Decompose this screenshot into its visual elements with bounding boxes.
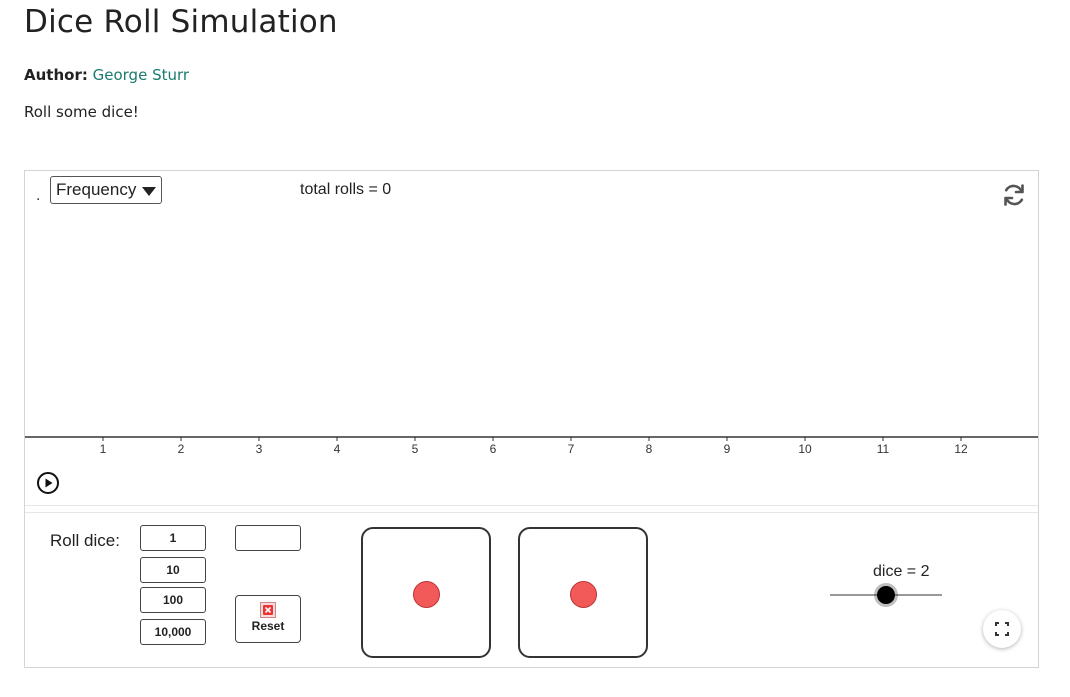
x-tick-label: 7 <box>567 442 575 456</box>
x-tick-label: 8 <box>645 442 653 456</box>
roll-dice-label: Roll dice: <box>50 531 120 550</box>
mode-dropdown-value: Frequency <box>56 180 137 199</box>
panel-separator <box>25 505 1038 513</box>
page-description: Roll some dice! <box>24 103 139 121</box>
chevron-down-icon <box>142 187 156 196</box>
reset-icon <box>260 602 276 618</box>
author-link[interactable]: George Sturr <box>93 66 189 84</box>
x-tick-label: 4 <box>333 442 341 456</box>
die-pip <box>413 581 440 608</box>
play-button[interactable] <box>36 471 60 495</box>
x-tick-label: 3 <box>255 442 263 456</box>
refresh-icon <box>1004 184 1024 206</box>
x-tick-label: 2 <box>177 442 185 456</box>
dice-slider-thumb[interactable] <box>877 586 895 604</box>
die-1 <box>361 527 491 658</box>
play-icon <box>37 472 59 494</box>
roll-100-button[interactable]: 100 <box>140 587 206 613</box>
dice-slider-label: dice = 2 <box>873 563 930 580</box>
mode-dropdown[interactable]: Frequency <box>50 176 162 204</box>
reset-label: Reset <box>251 619 285 633</box>
dot-mark: . <box>36 187 41 204</box>
roll-1-button[interactable]: 1 <box>140 525 206 551</box>
refresh-button[interactable] <box>1001 182 1027 208</box>
x-tick-label: 10 <box>798 442 812 456</box>
x-tick-label: 11 <box>876 442 890 456</box>
die-2 <box>518 527 648 658</box>
roll-10000-button[interactable]: 10,000 <box>140 619 206 645</box>
x-tick-label: 6 <box>489 442 497 456</box>
x-tick-label: 12 <box>954 442 968 456</box>
page-title: Dice Roll Simulation <box>24 4 338 40</box>
x-tick-label: 9 <box>723 442 731 456</box>
die-pip <box>570 581 597 608</box>
fullscreen-button[interactable] <box>983 610 1021 648</box>
x-tick-label: 5 <box>411 442 419 456</box>
graphics-view: . Frequency total rolls = 0 1 2 3 4 5 6 7 8 9 10 1… <box>25 171 1038 506</box>
fullscreen-icon <box>995 622 1009 636</box>
author-line: Author: George Sturr <box>24 66 189 84</box>
roll-10-button[interactable]: 10 <box>140 557 206 583</box>
x-tick-label: 1 <box>99 442 107 456</box>
author-label: Author: <box>24 66 88 84</box>
reset-button[interactable]: Reset <box>235 595 301 643</box>
total-rolls-text: total rolls = 0 <box>300 181 392 198</box>
dice-applet: . Frequency total rolls = 0 1 2 3 4 5 6 7 8 9 10 1… <box>24 170 1039 668</box>
custom-roll-input[interactable] <box>235 525 301 551</box>
